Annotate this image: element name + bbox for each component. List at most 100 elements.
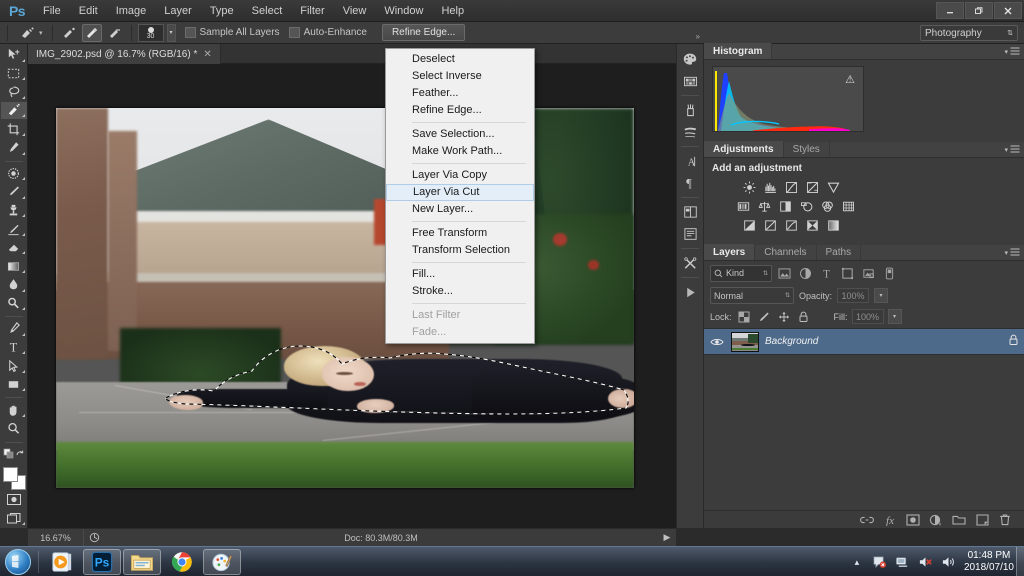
invert-icon[interactable] <box>740 218 758 233</box>
brush-tool[interactable] <box>1 183 27 201</box>
context-menu-item-select-inverse[interactable]: Select Inverse <box>386 68 534 85</box>
action-center-icon[interactable] <box>872 554 888 570</box>
threshold-icon[interactable] <box>782 218 800 233</box>
new-layer-icon[interactable] <box>975 513 989 527</box>
layer-row-background[interactable]: Background <box>704 329 1024 355</box>
menu-select[interactable]: Select <box>243 0 292 22</box>
context-menu-item-layer-via-copy[interactable]: Layer Via Copy <box>386 167 534 184</box>
color-swatches[interactable] <box>1 466 27 490</box>
paragraph-panel-icon[interactable]: ¶ <box>678 172 702 194</box>
menu-view[interactable]: View <box>334 0 376 22</box>
context-menu-item-fill[interactable]: Fill... <box>386 266 534 283</box>
workspace-selector[interactable]: Photography ⇅ <box>920 25 1018 41</box>
link-layers-icon[interactable] <box>860 513 874 527</box>
menu-edit[interactable]: Edit <box>70 0 107 22</box>
selective-color-icon[interactable] <box>803 218 821 233</box>
lock-image-icon[interactable] <box>756 309 772 324</box>
brush-size-picker[interactable]: 30 <box>137 23 164 42</box>
spot-healing-brush-tool[interactable] <box>1 164 27 182</box>
layer-name[interactable]: Background <box>765 336 1002 347</box>
context-menu-item-save-selection[interactable]: Save Selection... <box>386 126 534 143</box>
brush-size-dropdown[interactable]: ▾ <box>166 23 176 42</box>
opacity-value[interactable]: 100% <box>837 288 870 303</box>
filter-type-icon[interactable]: T <box>818 265 835 282</box>
menu-filter[interactable]: Filter <box>291 0 333 22</box>
menu-layer[interactable]: Layer <box>155 0 201 22</box>
context-menu-item-feather[interactable]: Feather... <box>386 85 534 102</box>
filter-pixel-icon[interactable] <box>776 265 793 282</box>
taskbar-clock[interactable]: 01:48 PM 2018/07/10 <box>964 550 1014 574</box>
layer-mask-icon[interactable] <box>906 513 920 527</box>
adjustments-panel-menu[interactable]: ▾ <box>1004 145 1020 154</box>
taskbar-photoshop[interactable]: Ps <box>83 548 121 575</box>
color-panel-icon[interactable] <box>678 48 702 70</box>
context-menu-item-free-transform[interactable]: Free Transform <box>386 225 534 242</box>
context-menu-item-deselect[interactable]: Deselect <box>386 51 534 68</box>
lock-all-icon[interactable] <box>796 309 812 324</box>
posterize-icon[interactable] <box>761 218 779 233</box>
tab-histogram[interactable]: Histogram <box>704 43 773 59</box>
new-group-icon[interactable] <box>952 513 966 527</box>
actions-panel-icon[interactable] <box>678 281 702 303</box>
tab-channels[interactable]: Channels <box>755 244 817 260</box>
tray-expand-icon[interactable]: ▴ <box>849 554 865 570</box>
notes-panel-icon[interactable] <box>678 223 702 245</box>
rectangle-tool[interactable] <box>1 376 27 394</box>
layer-filter-kind-select[interactable]: Kind ⇅ <box>710 264 772 282</box>
tab-styles[interactable]: Styles <box>784 141 830 157</box>
layer-comps-panel-icon[interactable] <box>678 201 702 223</box>
zoom-level[interactable]: 16.67% <box>28 528 84 547</box>
context-menu-item-refine-edge[interactable]: Refine Edge... <box>386 102 534 119</box>
show-desktop-button[interactable] <box>1016 547 1024 576</box>
brightness-contrast-icon[interactable] <box>740 180 758 195</box>
blend-mode-select[interactable]: Normal ⇅ <box>710 287 794 304</box>
context-menu-item-layer-via-cut[interactable]: Layer Via Cut <box>386 184 534 201</box>
fill-slider-dropdown[interactable]: ▾ <box>887 309 902 324</box>
history-brush-tool[interactable] <box>1 220 27 238</box>
close-icon[interactable]: ✕ <box>203 49 211 60</box>
menu-image[interactable]: Image <box>107 0 156 22</box>
context-menu-item-make-work-path[interactable]: Make Work Path... <box>386 143 534 160</box>
filter-adjustment-icon[interactable] <box>797 265 814 282</box>
taskbar-google-chrome[interactable] <box>163 549 201 575</box>
histogram-panel-menu[interactable]: ▾ <box>1004 47 1020 56</box>
layers-panel-menu[interactable]: ▾ <box>1004 248 1020 257</box>
menu-window[interactable]: Window <box>375 0 432 22</box>
path-selection-tool[interactable] <box>1 357 27 375</box>
zoom-tool[interactable] <box>1 420 27 438</box>
histogram-warning-icon[interactable]: ⚠ <box>845 73 855 86</box>
layer-visibility-toggle[interactable] <box>709 337 725 347</box>
expand-panels-icon[interactable]: » <box>696 32 700 41</box>
move-tool[interactable] <box>1 46 27 64</box>
menu-help[interactable]: Help <box>432 0 473 22</box>
menu-type[interactable]: Type <box>201 0 243 22</box>
taskbar-windows-explorer[interactable] <box>123 548 161 575</box>
quick-selection-tool[interactable] <box>0 101 27 120</box>
network-icon[interactable] <box>895 554 911 570</box>
tab-adjustments[interactable]: Adjustments <box>704 141 784 157</box>
document-canvas[interactable] <box>56 108 634 488</box>
character-panel-icon[interactable]: A <box>678 150 702 172</box>
restore-button[interactable] <box>965 2 993 19</box>
close-button[interactable] <box>994 2 1022 19</box>
lock-transparency-icon[interactable] <box>736 309 752 324</box>
hue-saturation-icon[interactable] <box>734 199 752 214</box>
context-menu-item-transform-selection[interactable]: Transform Selection <box>386 242 534 259</box>
color-lookup-icon[interactable] <box>839 199 857 214</box>
eyedropper-tool[interactable] <box>1 139 27 157</box>
quick-mask-mode-button[interactable] <box>1 491 27 509</box>
brush-panel-icon[interactable] <box>678 99 702 121</box>
eraser-tool[interactable] <box>1 239 27 257</box>
curves-icon[interactable] <box>782 180 800 195</box>
foreground-color-swatch[interactable] <box>2 466 18 482</box>
volume-muted-icon[interactable] <box>918 554 934 570</box>
context-menu-item-stroke[interactable]: Stroke... <box>386 283 534 300</box>
tab-layers[interactable]: Layers <box>704 244 756 260</box>
hand-tool[interactable] <box>1 401 27 419</box>
tool-preset-picker[interactable]: ▾ <box>14 23 46 43</box>
brush-presets-panel-icon[interactable] <box>678 121 702 143</box>
color-balance-icon[interactable] <box>755 199 773 214</box>
photo-filter-icon[interactable] <box>797 199 815 214</box>
lock-position-icon[interactable] <box>776 309 792 324</box>
minimize-button[interactable] <box>936 2 964 19</box>
